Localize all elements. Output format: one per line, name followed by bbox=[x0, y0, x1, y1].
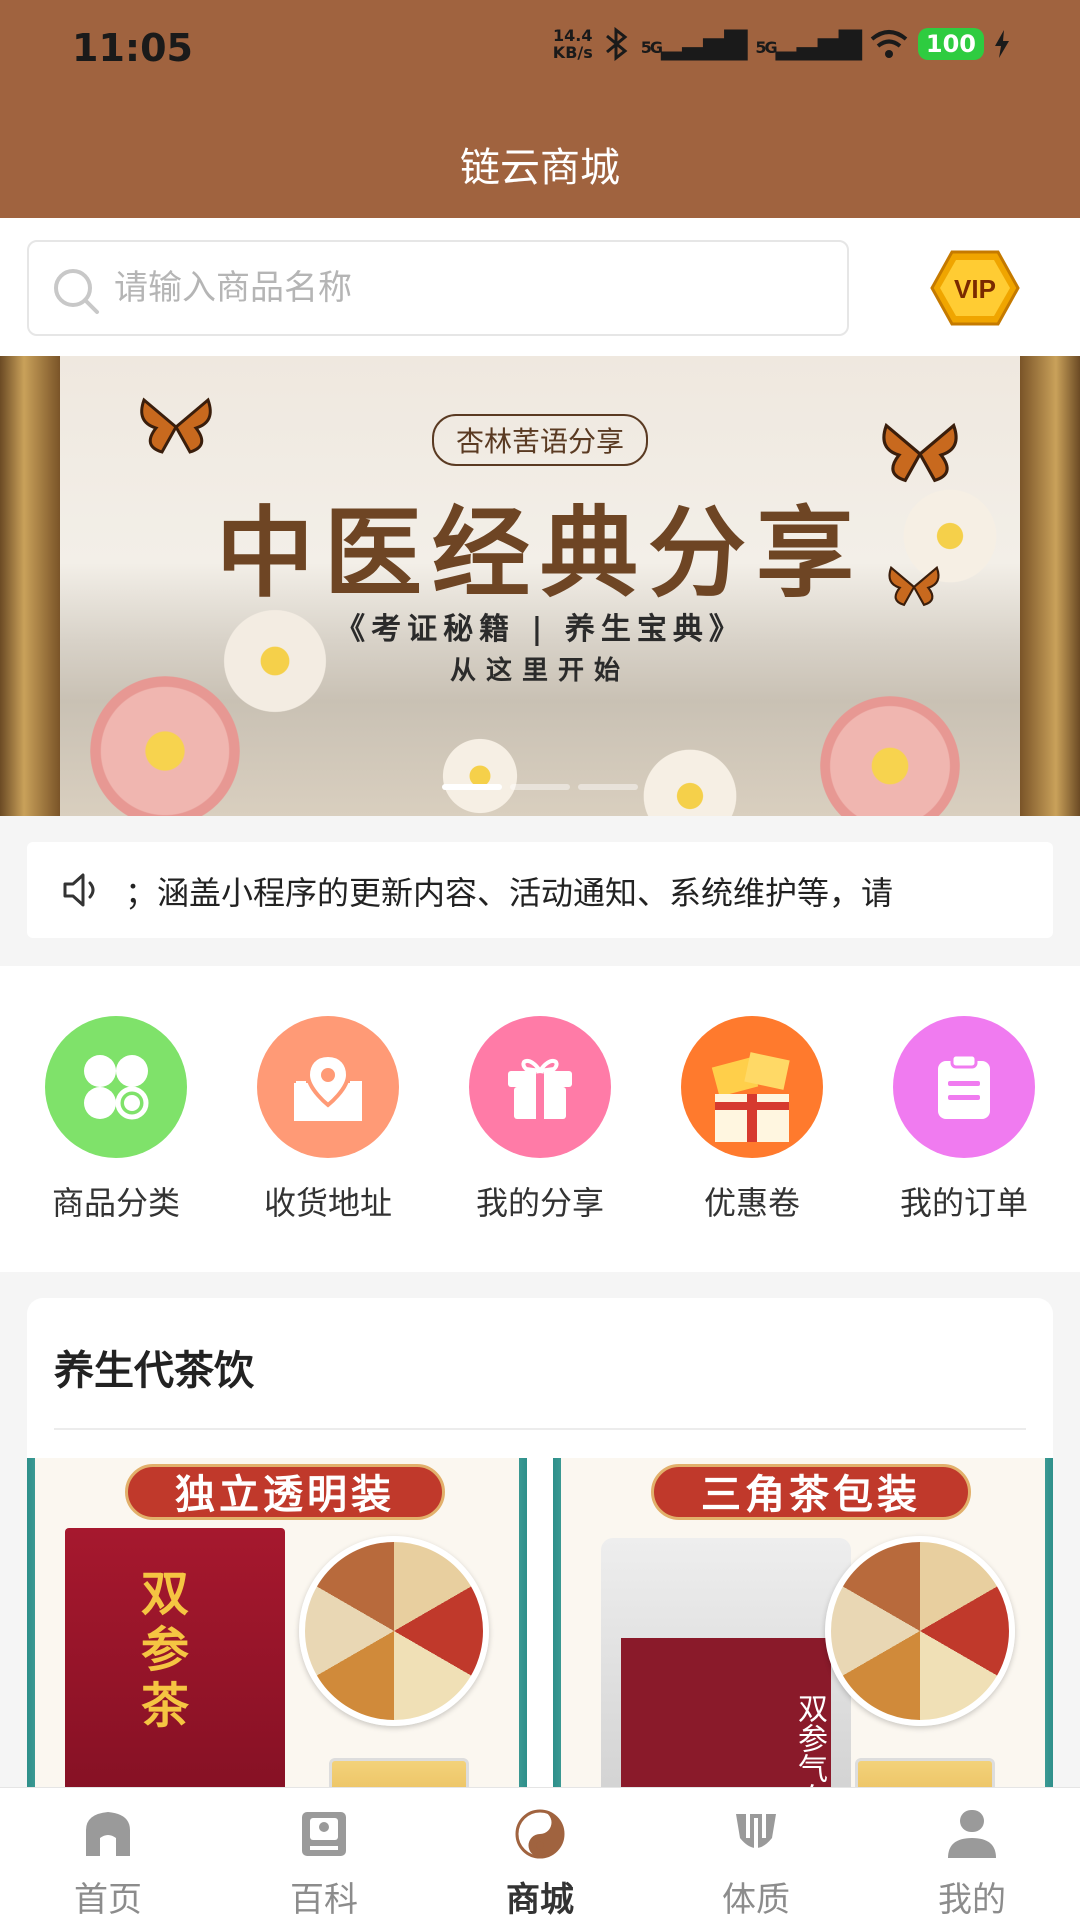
status-bar: 11:05 14.4 KB/s 5G▂▃▅▇ 5G▂▃▅▇ 100 bbox=[0, 0, 1080, 95]
flower-decoration bbox=[440, 736, 520, 816]
tab-encyclopedia[interactable]: 百科 bbox=[216, 1788, 432, 1920]
clover-icon bbox=[45, 1016, 187, 1158]
book-icon bbox=[302, 1812, 346, 1856]
banner-top-label: 杏林䒷语分享 bbox=[0, 414, 1080, 466]
yin-yang-icon bbox=[515, 1809, 565, 1859]
signal-label-1: 5G bbox=[640, 38, 663, 57]
bluetooth-icon bbox=[605, 26, 628, 61]
home-icon bbox=[86, 1812, 130, 1856]
tab-mall[interactable]: 商城 bbox=[432, 1788, 648, 1920]
tab-constitution[interactable]: 体质 bbox=[648, 1788, 864, 1920]
net-speed-value: 14.4 bbox=[553, 25, 593, 45]
tab-mine[interactable]: 我的 bbox=[864, 1788, 1080, 1920]
signal-icon-2: 5G▂▃▅▇ bbox=[755, 26, 862, 61]
promo-banner[interactable]: 杏林䒷语分享 中医经典分享 《考证秘籍 | 养生宝典》 从这里开始 bbox=[0, 356, 1080, 816]
product-banner: 独立透明装 bbox=[125, 1464, 445, 1520]
signal-icon-1: 5G▂▃▅▇ bbox=[640, 26, 748, 61]
tab-home[interactable]: 首页 bbox=[0, 1788, 216, 1920]
banner-top-label-text: 杏林䒷语分享 bbox=[431, 414, 648, 466]
pagination-dot[interactable] bbox=[578, 784, 638, 790]
tab-label: 体质 bbox=[722, 1880, 790, 1920]
coupon-icon bbox=[681, 1016, 823, 1158]
product-box-text: 双参茶 bbox=[132, 1568, 188, 1736]
menu-item-coupon[interactable]: 优惠卷 bbox=[652, 1016, 852, 1272]
search-row: VIP bbox=[0, 218, 1080, 356]
gift-icon bbox=[469, 1016, 611, 1158]
net-speed-unit: KB/s bbox=[552, 42, 593, 62]
search-box[interactable] bbox=[27, 240, 849, 336]
pagination-dot[interactable] bbox=[510, 784, 570, 790]
section-title: 养生代茶饮 bbox=[54, 1347, 254, 1394]
status-time: 11:05 bbox=[72, 26, 193, 70]
banner-pagination bbox=[0, 784, 1080, 790]
section-divider bbox=[54, 1428, 1026, 1430]
search-icon bbox=[54, 269, 99, 314]
herb-plate-image bbox=[299, 1536, 489, 1726]
body-icon bbox=[736, 1814, 776, 1852]
menu-item-category[interactable]: 商品分类 bbox=[16, 1016, 216, 1272]
menu-item-label: 收货地址 bbox=[263, 1184, 392, 1222]
tab-label: 商城 bbox=[506, 1880, 574, 1920]
menu-item-label: 优惠卷 bbox=[703, 1184, 800, 1222]
menu-item-label: 我的分享 bbox=[475, 1184, 604, 1222]
vip-label: VIP bbox=[954, 274, 996, 304]
bottom-tab-bar: 首页 百科 商城 体质 我的 bbox=[0, 1787, 1080, 1920]
pagination-dot[interactable] bbox=[442, 784, 502, 790]
menu-item-share[interactable]: 我的分享 bbox=[440, 1016, 640, 1272]
search-input[interactable] bbox=[114, 258, 814, 318]
tab-label: 首页 bbox=[74, 1880, 142, 1920]
page-title: 链云商城 bbox=[460, 145, 620, 191]
tab-label: 我的 bbox=[938, 1880, 1006, 1920]
menu-item-label: 我的订单 bbox=[899, 1184, 1028, 1222]
menu-item-address[interactable]: 收货地址 bbox=[228, 1016, 428, 1272]
app-header: 11:05 14.4 KB/s 5G▂▃▅▇ 5G▂▃▅▇ 100 链云商城 bbox=[0, 0, 1080, 218]
herb-plate-image bbox=[825, 1536, 1015, 1726]
order-icon bbox=[893, 1016, 1035, 1158]
banner-subtitle-2: 从这里开始 bbox=[449, 656, 630, 686]
vip-badge[interactable]: VIP bbox=[930, 248, 1020, 328]
product-banner: 三角茶包装 bbox=[651, 1464, 971, 1520]
signal-label-2: 5G bbox=[755, 38, 777, 57]
notice-bar[interactable]: ；涵盖小程序的更新内容、活动通知、系统维护等，请 bbox=[27, 842, 1053, 938]
flower-decoration bbox=[90, 676, 240, 816]
user-icon bbox=[948, 1810, 996, 1858]
wifi-icon bbox=[870, 29, 908, 58]
tab-label: 百科 bbox=[290, 1880, 358, 1920]
menu-item-label: 商品分类 bbox=[51, 1184, 180, 1222]
battery-indicator: 100 bbox=[917, 27, 984, 60]
location-icon bbox=[257, 1016, 399, 1158]
banner-subtitle: 《考证秘籍 | 养生宝典》 bbox=[335, 612, 745, 647]
speaker-icon bbox=[63, 873, 95, 907]
quick-menu: 商品分类 收货地址 我的分享 优惠卷 我的订单 bbox=[0, 966, 1080, 1272]
notice-text: ；涵盖小程序的更新内容、活动通知、系统维护等，请 bbox=[125, 874, 894, 912]
net-speed: 14.4 KB/s bbox=[553, 27, 593, 61]
menu-item-orders[interactable]: 我的订单 bbox=[864, 1016, 1064, 1272]
status-icons: 14.4 KB/s 5G▂▃▅▇ 5G▂▃▅▇ 100 bbox=[553, 26, 1010, 61]
charging-icon bbox=[995, 29, 1009, 58]
banner-title: 中医经典分享 bbox=[215, 496, 864, 611]
